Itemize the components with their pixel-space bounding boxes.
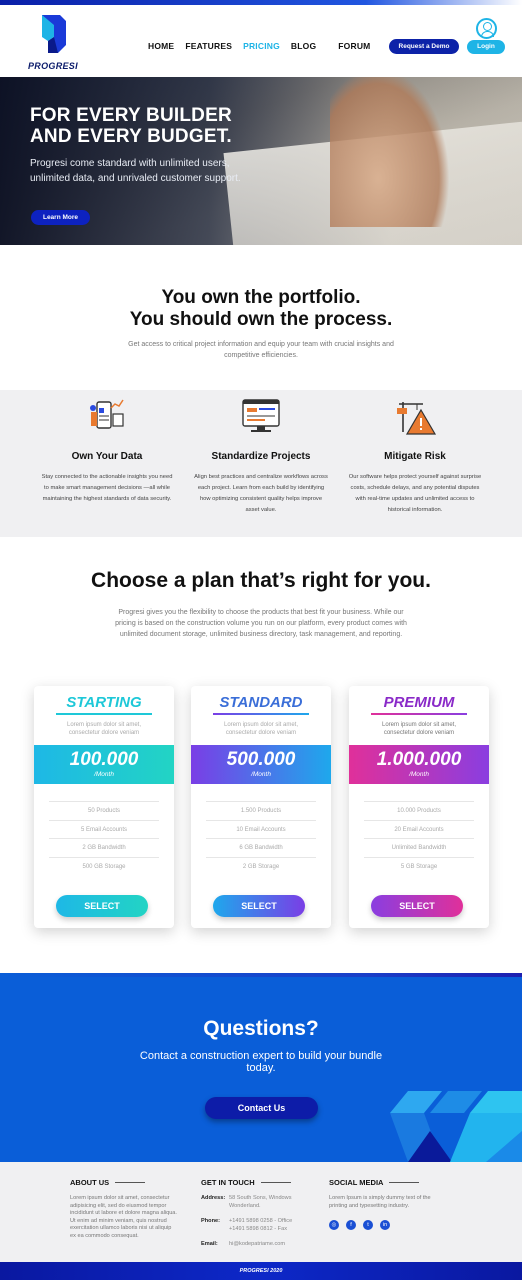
plan-price: 1.000.000 [376, 749, 462, 770]
feature-text: Align best practices and centralize work… [194, 474, 328, 513]
plan-underline [371, 713, 467, 715]
footer-heading: SOCIAL MEDIA [329, 1178, 444, 1187]
twitter-icon[interactable]: t [363, 1220, 373, 1230]
nav-home[interactable]: HOME [148, 41, 174, 51]
social-icons: ◎ f t in [329, 1220, 444, 1230]
logo-text: PROGRESI [28, 61, 78, 71]
decorative-shapes-icon [390, 1091, 522, 1162]
plan-feature: 5 Email Accounts [49, 819, 159, 839]
plan-feature: 1.500 Products [206, 801, 316, 820]
contact-email: Email: hi@kodepatriame.com [201, 1241, 286, 1247]
plan-period: /Month [251, 771, 271, 778]
footer-social-text: Lorem Ipsum is simply dummy text of the … [329, 1195, 431, 1209]
hero-subtitle: Progresi come standard with unlimited us… [30, 158, 241, 184]
warning-crane-icon [397, 402, 437, 435]
footer-about: ABOUT US Lorem ipsum dolor sit amet, con… [70, 1162, 178, 1240]
select-starting-button[interactable]: SELECT [56, 895, 148, 917]
plan-name: PREMIUM [383, 694, 455, 711]
plan-card-premium: PREMIUM Lorem ipsum dolor sit amet, cons… [349, 686, 489, 928]
contact-phone: Phone: +1491 5898 0258 - Office +1491 58… [201, 1218, 293, 1232]
section-stripe [0, 973, 522, 977]
instagram-icon[interactable]: ◎ [329, 1220, 339, 1230]
portfolio-text: Get access to critical project informati… [128, 341, 394, 359]
copyright-bar: PROGRESI 2020 [0, 1262, 522, 1280]
logo[interactable]: PROGRESI [28, 15, 78, 71]
footer-heading: GET IN TOUCH [201, 1178, 306, 1187]
feature-title: Standardize Projects [211, 451, 311, 462]
plan-price-box: 500.000 /Month [191, 745, 331, 784]
logo-icon [42, 15, 66, 53]
request-demo-button[interactable]: Request a Demo [389, 39, 459, 54]
hero-title: FOR EVERY BUILDER AND EVERY BUDGET. [30, 105, 232, 147]
mobile-data-icon [90, 399, 124, 429]
site-header: PROGRESI HOME FEATURES PRICING BLOG FORU… [0, 5, 522, 77]
feature-title: Mitigate Risk [384, 451, 446, 462]
plans-text: Progresi gives you the flexibility to ch… [115, 609, 407, 638]
facebook-icon[interactable]: f [346, 1220, 356, 1230]
footer-social: SOCIAL MEDIA Lorem Ipsum is simply dummy… [329, 1162, 444, 1230]
plan-price: 100.000 [69, 749, 139, 770]
footer-heading: ABOUT US [70, 1178, 178, 1187]
plan-feature-list: 10.000 Products 20 Email Accounts Unlimi… [364, 801, 474, 875]
plan-feature: 6 GB Bandwidth [206, 838, 316, 857]
feature-text: Stay connected to the actionable insight… [41, 474, 173, 502]
nav-pricing[interactable]: PRICING [243, 41, 280, 51]
plan-feature: 10.000 Products [364, 801, 474, 820]
plan-card-standard: STANDARD Lorem ipsum dolor sit amet, con… [191, 686, 331, 928]
nav-blog[interactable]: BLOG [291, 41, 316, 51]
plan-feature: 500 GB Storage [49, 856, 159, 876]
footer-about-text: Lorem ipsum dolor sit amet, consectetur … [70, 1195, 177, 1239]
select-standard-button[interactable]: SELECT [213, 895, 305, 917]
user-icon[interactable] [476, 18, 497, 39]
plans-title: Choose a plan that’s right for you. [91, 569, 431, 592]
hero-banner: FOR EVERY BUILDER AND EVERY BUDGET. Prog… [0, 77, 522, 245]
feature-own-data: Own Your Data Stay connected to the acti… [32, 390, 182, 505]
login-button[interactable]: Login [467, 40, 505, 54]
contact-address: Address: 58 South Sons, Windows Wonderla… [201, 1195, 292, 1209]
nav-features[interactable]: FEATURES [185, 41, 232, 51]
plan-period: /Month [409, 771, 429, 778]
select-premium-button[interactable]: SELECT [371, 895, 463, 917]
plan-feature: 20 Email Accounts [364, 819, 474, 839]
site-footer: ABOUT US Lorem ipsum dolor sit amet, con… [0, 1162, 522, 1262]
questions-text: Contact a construction expert to build y… [139, 1050, 383, 1074]
linkedin-icon[interactable]: in [380, 1220, 390, 1230]
plan-name: STARTING [66, 694, 142, 711]
feature-mitigate-risk: Mitigate Risk Our software helps protect… [340, 390, 490, 516]
plan-feature: 10 Email Accounts [206, 819, 316, 839]
plan-feature: 2 GB Storage [206, 856, 316, 876]
plan-feature: 2 GB Bandwidth [49, 838, 159, 857]
plan-price-box: 1.000.000 /Month [349, 745, 489, 784]
plan-feature: 50 Products [49, 801, 159, 820]
plan-feature-list: 1.500 Products 10 Email Accounts 6 GB Ba… [206, 801, 316, 875]
features-section: Own Your Data Stay connected to the acti… [0, 390, 522, 537]
feature-title: Own Your Data [71, 451, 143, 462]
plan-price-box: 100.000 /Month [34, 745, 174, 784]
plan-description: Lorem ipsum dolor sit amet, consectetur … [381, 722, 457, 736]
questions-title: Questions? [203, 1017, 319, 1040]
plan-description: Lorem ipsum dolor sit amet, consectetur … [223, 722, 299, 736]
feature-standardize: Standardize Projects Align best practice… [186, 390, 336, 516]
plan-underline [213, 713, 309, 715]
plan-name: STANDARD [219, 694, 303, 711]
plan-period: /Month [94, 771, 114, 778]
plan-price: 500.000 [226, 749, 296, 770]
plan-description: Lorem ipsum dolor sit amet, consectetur … [66, 722, 142, 736]
portfolio-section: You own the portfolio. You should own th… [0, 245, 522, 390]
plan-underline [56, 713, 152, 715]
plan-feature-list: 50 Products 5 Email Accounts 2 GB Bandwi… [49, 801, 159, 875]
plan-feature: Unlimited Bandwidth [364, 838, 474, 857]
feature-text: Our software helps protect yourself agai… [348, 474, 482, 513]
workflow-monitor-icon [242, 399, 280, 432]
plan-card-starting: STARTING Lorem ipsum dolor sit amet, con… [34, 686, 174, 928]
hero-hand-image [330, 77, 450, 227]
learn-more-button[interactable]: Learn More [31, 210, 90, 225]
main-nav: HOME FEATURES PRICING BLOG FORUM [148, 41, 381, 51]
portfolio-title: You own the portfolio. You should own th… [129, 287, 393, 330]
contact-us-button[interactable]: Contact Us [205, 1097, 318, 1119]
footer-contact: GET IN TOUCH Address: 58 South Sons, Win… [201, 1162, 306, 1249]
questions-section: Questions? Contact a construction expert… [0, 973, 522, 1162]
nav-forum[interactable]: FORUM [338, 41, 370, 51]
plan-feature: 5 GB Storage [364, 856, 474, 876]
